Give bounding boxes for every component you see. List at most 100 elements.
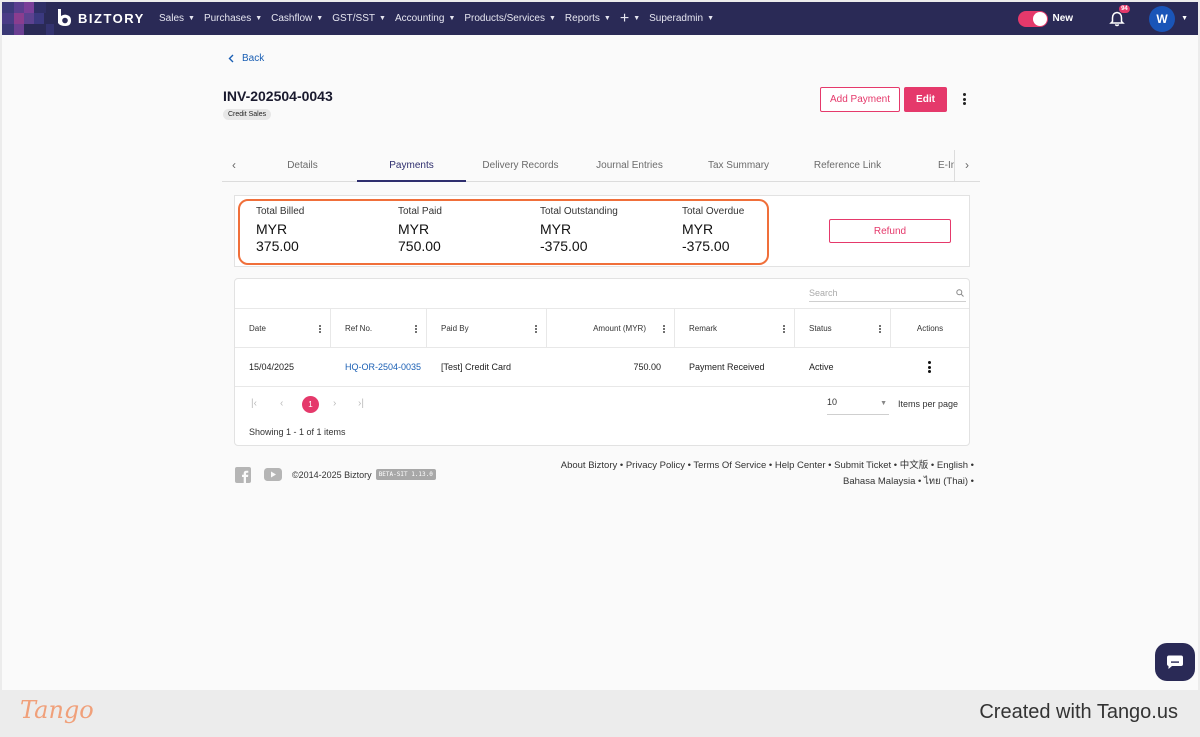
stat-currency: MYR [256, 221, 288, 237]
cell-status: Active [809, 362, 834, 372]
menu-superadmin[interactable]: Superadmin ▼ [649, 13, 714, 24]
stat-value: 375.00 [256, 238, 299, 254]
column-menu-icon[interactable] [663, 325, 665, 333]
more-options-icon[interactable] [960, 91, 968, 107]
cell-ref-no-link[interactable]: HQ-OR-2504-0035 [345, 348, 421, 386]
tab-delivery-records[interactable]: Delivery Records [466, 150, 575, 182]
column-header-paid-by[interactable]: Paid By [427, 309, 547, 348]
footer-links: About Biztory • Privacy Policy • Terms O… [522, 458, 974, 490]
menu-sales[interactable]: Sales ▼ [159, 13, 195, 24]
tab-e-invoice[interactable]: E-Inv [938, 150, 954, 182]
chevron-right-icon[interactable]: › [965, 158, 969, 172]
column-menu-icon[interactable] [879, 325, 881, 333]
back-label: Back [242, 53, 265, 64]
column-menu-icon[interactable] [783, 325, 785, 333]
menu-cashflow[interactable]: Cashflow ▼ [271, 13, 323, 24]
stat-label: Total Overdue [682, 206, 745, 217]
notification-count-badge: 94 [1119, 4, 1130, 13]
stat-label: Total Paid [398, 206, 442, 217]
stat-currency: MYR [398, 221, 430, 237]
menu-label: Reports [564, 13, 600, 24]
showing-count: Showing 1 - 1 of 1 items [249, 427, 346, 437]
items-per-page-value: 10 [827, 397, 838, 407]
column-menu-icon[interactable] [319, 325, 321, 333]
column-label: Remark [689, 324, 718, 333]
back-link[interactable]: Back [228, 53, 264, 64]
tab-details[interactable]: Details [248, 150, 357, 182]
column-menu-icon[interactable] [415, 325, 417, 333]
payments-table: Search Date Ref No. Paid By Amount (MYR)… [234, 278, 970, 446]
edit-button[interactable]: Edit [904, 87, 947, 112]
footer-links-line-1[interactable]: About Biztory • Privacy Policy • Terms O… [522, 458, 974, 474]
chevron-down-icon: ▼ [603, 15, 611, 22]
chevron-down-icon[interactable]: ▼ [1181, 15, 1188, 22]
tab-tax-summary[interactable]: Tax Summary [684, 150, 793, 182]
tab-bar: ‹ Details Payments Delivery Records Jour… [222, 150, 980, 182]
cell-remark: Payment Received [689, 362, 765, 372]
stat-total-paid: Total Paid MYR 750.00 [398, 206, 442, 254]
page-number-current[interactable]: 1 [302, 396, 319, 413]
copyright: ©2014-2025 Biztory BETA-SIT 1.13.0 [292, 469, 436, 480]
column-label: Status [809, 324, 832, 333]
menu-label: GST/SST [332, 13, 376, 24]
brand-logo[interactable]: BIZTORY [56, 8, 145, 28]
chevron-down-icon: ▼ [880, 400, 887, 407]
user-avatar[interactable]: W [1149, 5, 1176, 32]
chat-icon [1167, 655, 1183, 669]
main-menu: Sales ▼ Purchases ▼ Cashflow ▼ GST/SST ▼ Acc… [159, 2, 723, 35]
new-ui-label: New [1052, 13, 1074, 24]
chevron-left-icon[interactable]: ‹ [232, 158, 236, 172]
column-header-ref-no[interactable]: Ref No. [331, 309, 427, 348]
stat-value: -375.00 [540, 238, 588, 254]
column-menu-icon[interactable] [535, 325, 537, 333]
chevron-down-icon: ▼ [707, 15, 714, 22]
youtube-icon[interactable] [264, 468, 282, 481]
facebook-icon[interactable] [235, 467, 251, 483]
menu-label: Purchases [203, 13, 252, 24]
column-header-remark[interactable]: Remark [675, 309, 795, 348]
menu-quick-add[interactable]: + ▼ [619, 9, 640, 27]
bell-icon [1109, 11, 1125, 26]
tab-payments[interactable]: Payments [357, 150, 466, 182]
tab-journal-entries[interactable]: Journal Entries [575, 150, 684, 182]
menu-label: Accounting [394, 13, 445, 24]
next-page-icon[interactable]: › [333, 398, 336, 409]
column-header-actions: Actions [891, 309, 969, 348]
row-actions-icon[interactable] [928, 361, 932, 373]
refund-button[interactable]: Refund [829, 219, 951, 243]
menu-label: Products/Services [464, 13, 545, 24]
stat-label: Total Billed [256, 206, 305, 217]
menu-reports[interactable]: Reports ▼ [565, 13, 611, 24]
invoice-type-badge: Credit Sales [223, 109, 272, 120]
footer-links-line-2[interactable]: Bahasa Malaysia • ไทย (Thai) • [522, 474, 974, 490]
search-input[interactable]: Search [809, 284, 966, 302]
table-header: Date Ref No. Paid By Amount (MYR) Remark… [235, 308, 969, 348]
first-page-icon[interactable]: |‹ [251, 398, 257, 409]
tab-reference-link[interactable]: Reference Link [793, 150, 902, 182]
menu-products-services[interactable]: Products/Services ▼ [464, 13, 556, 24]
notifications-button[interactable]: 94 [1109, 4, 1130, 27]
stat-label: Total Outstanding [540, 206, 618, 217]
version-badge: BETA-SIT 1.13.0 [375, 469, 436, 480]
prev-page-icon[interactable]: ‹ [280, 398, 283, 409]
plus-icon: + [619, 9, 630, 27]
column-header-amount[interactable]: Amount (MYR) [547, 309, 675, 348]
chat-button[interactable] [1155, 643, 1195, 681]
menu-purchases[interactable]: Purchases ▼ [204, 13, 262, 24]
menu-label: Cashflow [271, 13, 313, 24]
tango-logo: Tango [20, 696, 94, 724]
tab-strip: Details Payments Delivery Records Journa… [248, 150, 955, 182]
menu-gst-sst[interactable]: GST/SST ▼ [332, 13, 386, 24]
column-header-date[interactable]: Date [235, 309, 331, 348]
column-label: Paid By [441, 324, 469, 333]
stat-total-overdue: Total Overdue MYR -375.00 [682, 206, 744, 254]
new-ui-toggle[interactable] [1017, 10, 1048, 27]
chevron-down-icon: ▼ [255, 15, 263, 22]
last-page-icon[interactable]: ›| [358, 398, 364, 409]
tango-credit: Created with Tango.us [979, 701, 1178, 723]
items-per-page-select[interactable]: 10 ▼ [827, 397, 889, 415]
brand-name: BIZTORY [78, 10, 145, 26]
add-payment-button[interactable]: Add Payment [820, 87, 900, 112]
column-header-status[interactable]: Status [795, 309, 891, 348]
menu-accounting[interactable]: Accounting ▼ [395, 13, 455, 24]
